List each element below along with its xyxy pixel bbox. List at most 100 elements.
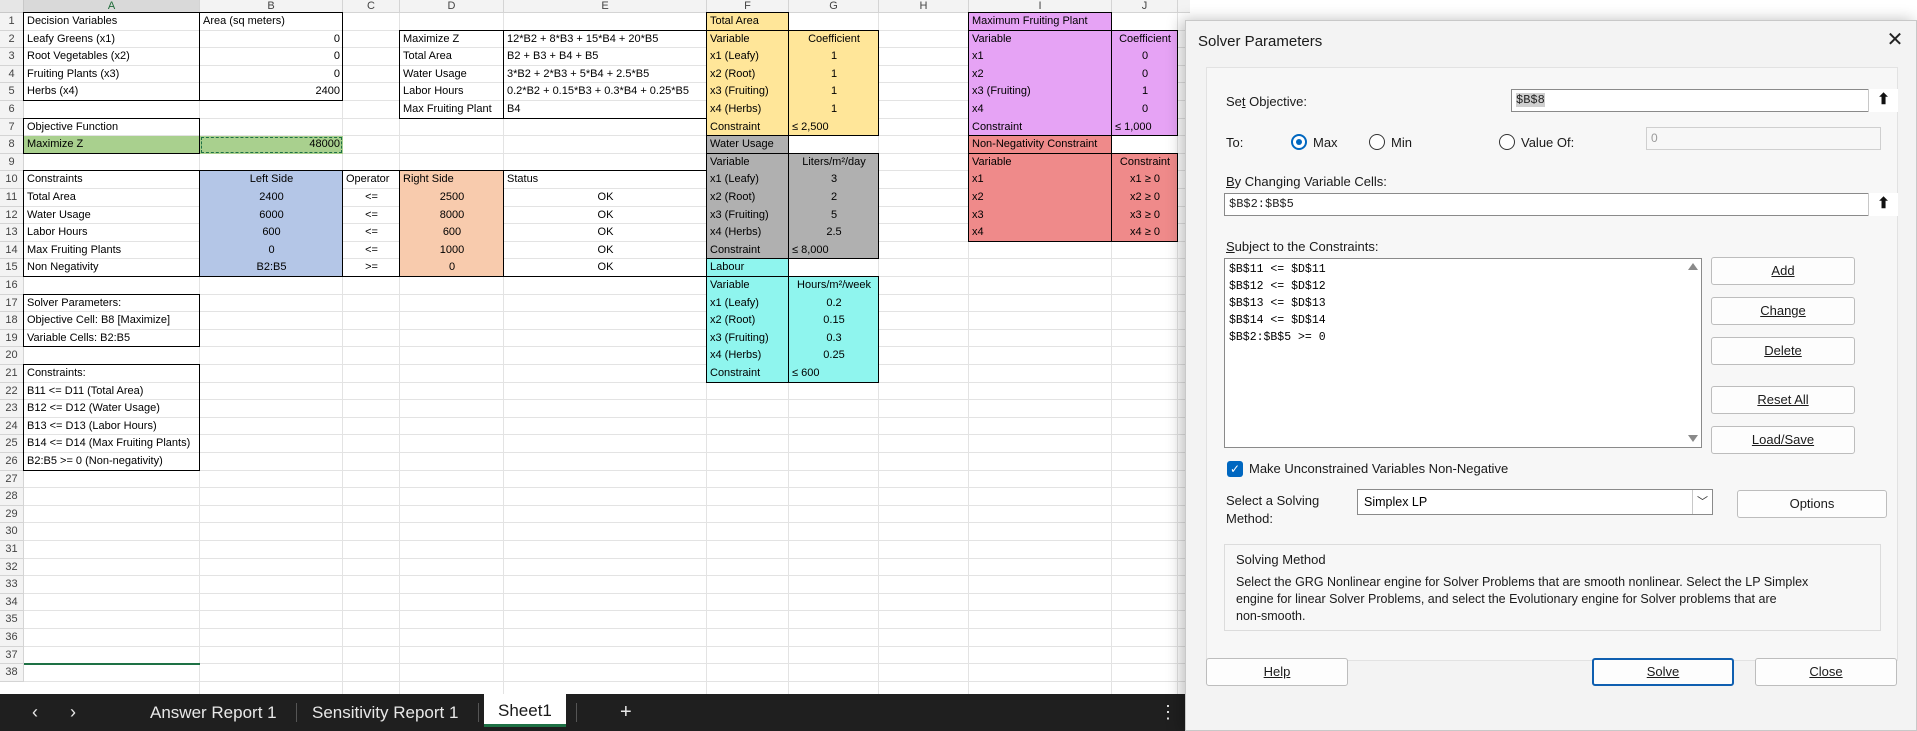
scroll-down-icon[interactable] (1688, 435, 1698, 442)
row-header[interactable]: 24 (0, 417, 24, 436)
row-header[interactable]: 30 (0, 523, 24, 541)
scroll-up-icon[interactable] (1688, 263, 1698, 270)
row-header[interactable]: 23 (0, 400, 24, 418)
unconstrained-label[interactable]: Make Unconstrained Variables Non-Negativ… (1249, 461, 1508, 476)
cell-border-box (968, 135, 1112, 154)
radio-value-of[interactable] (1499, 134, 1515, 150)
delete-button[interactable]: Delete (1711, 337, 1855, 365)
row-header[interactable]: 11 (0, 189, 24, 207)
load-save-button[interactable]: Load/Save (1711, 426, 1855, 454)
chevron-down-icon[interactable]: ﹀ (1692, 490, 1712, 514)
spreadsheet-grid[interactable]: ABCDEFGHIJKLMNOPQRSTUV 12345678910111213… (0, 0, 1190, 694)
row-header[interactable]: 37 (0, 646, 24, 665)
row-header[interactable]: 4 (0, 65, 24, 84)
solve-button[interactable]: Solve (1592, 658, 1734, 686)
row-header[interactable]: 27 (0, 470, 24, 489)
row-header[interactable]: 2 (0, 30, 24, 49)
column-header-d[interactable]: D (400, 0, 504, 13)
close-icon[interactable]: ✕ (1884, 29, 1906, 51)
radio-min[interactable] (1369, 134, 1385, 150)
row-header[interactable]: 17 (0, 294, 24, 313)
row-header[interactable]: 8 (0, 136, 24, 154)
constraint-item[interactable]: $B$14 <= $D$14 (1229, 312, 1326, 329)
constraint-item[interactable]: $B$11 <= $D$11 (1229, 261, 1326, 278)
cell-border-box (706, 135, 789, 260)
row-header[interactable]: 18 (0, 312, 24, 330)
solver-parameters-dialog: Solver Parameters ✕ Set Objective: $B$8 … (1185, 20, 1917, 731)
row-header[interactable]: 15 (0, 259, 24, 277)
row-header[interactable]: 29 (0, 505, 24, 524)
solving-method-select[interactable]: Simplex LP ﹀ (1357, 489, 1713, 515)
constraint-item[interactable]: $B$2:$B$5 >= 0 (1229, 329, 1326, 346)
row-header[interactable]: 21 (0, 365, 24, 383)
column-header-h[interactable]: H (879, 0, 969, 13)
add-sheet-icon[interactable]: + (606, 694, 646, 731)
row-header[interactable]: 35 (0, 611, 24, 629)
radio-min-label[interactable]: Min (1391, 135, 1412, 150)
row-header[interactable]: 14 (0, 241, 24, 260)
row-header[interactable]: 10 (0, 171, 24, 189)
column-header-e[interactable]: E (504, 0, 707, 13)
radio-max[interactable] (1291, 134, 1307, 150)
cell-border-box (23, 364, 200, 471)
constraints-listbox[interactable]: $B$11 <= $D$11 $B$12 <= $D$12 $B$13 <= $… (1224, 258, 1702, 448)
unconstrained-checkbox[interactable]: ✓ (1227, 461, 1243, 477)
scroll-tabs-left-icon[interactable]: ‹ (18, 694, 52, 731)
objective-value[interactable]: 48000 (200, 136, 343, 154)
close-button[interactable]: Close (1755, 658, 1897, 686)
row-header[interactable]: 22 (0, 382, 24, 401)
row-header[interactable]: 26 (0, 453, 24, 471)
column-header-c[interactable]: C (343, 0, 400, 13)
radio-max-label[interactable]: Max (1313, 135, 1338, 150)
options-button[interactable]: Options (1737, 490, 1887, 518)
cell-border-box (706, 258, 789, 277)
row-header[interactable]: 38 (0, 664, 24, 682)
column-header-j[interactable]: J (1112, 0, 1178, 13)
reset-all-button[interactable]: Reset All (1711, 386, 1855, 414)
row-header[interactable]: 9 (0, 153, 24, 172)
add-button[interactable]: Add (1711, 257, 1855, 285)
gridline (24, 522, 1190, 524)
constraint-item[interactable]: $B$12 <= $D$12 (1229, 278, 1326, 295)
tab-sensitivity-report-1[interactable]: Sensitivity Report 1 (298, 694, 472, 731)
cell-border-box (199, 12, 343, 101)
row-header[interactable]: 13 (0, 224, 24, 242)
column-header-k[interactable]: K (1178, 0, 1190, 13)
select-all-corner[interactable] (0, 0, 24, 13)
row-header[interactable]: 16 (0, 277, 24, 295)
tab-answer-report-1[interactable]: Answer Report 1 (136, 694, 291, 731)
cell-border-box (199, 170, 343, 277)
row-header[interactable]: 3 (0, 48, 24, 66)
constraint-item[interactable]: $B$13 <= $D$13 (1229, 295, 1326, 312)
cell-border-box (968, 12, 1112, 31)
row-header[interactable]: 19 (0, 329, 24, 348)
row-header[interactable]: 25 (0, 435, 24, 453)
set-objective-input[interactable]: $B$8 (1511, 89, 1869, 112)
row-header[interactable]: 36 (0, 629, 24, 647)
row-header[interactable]: 5 (0, 83, 24, 101)
row-header[interactable]: 6 (0, 101, 24, 119)
row-header[interactable]: 1 (0, 13, 24, 31)
row-header[interactable]: 32 (0, 558, 24, 577)
cell-border-box (23, 293, 200, 348)
value-of-input[interactable]: 0 (1646, 127, 1881, 150)
cell-border-box (503, 170, 707, 277)
scroll-tabs-right-icon[interactable]: › (56, 694, 90, 731)
collapse-changing-ref-icon[interactable]: ⬆ (1868, 193, 1898, 216)
row-header[interactable]: 34 (0, 593, 24, 612)
row-header[interactable]: 20 (0, 347, 24, 365)
row-header[interactable]: 28 (0, 488, 24, 506)
row-header[interactable]: 31 (0, 541, 24, 559)
row-header[interactable]: 7 (0, 118, 24, 137)
radio-value-of-label[interactable]: Value Of: (1521, 135, 1574, 150)
collapse-objective-ref-icon[interactable]: ⬆ (1868, 89, 1898, 112)
tab-sheet1[interactable]: Sheet1 (484, 694, 566, 727)
help-button[interactable]: Help (1206, 658, 1348, 686)
row-header[interactable]: 12 (0, 206, 24, 225)
row-header[interactable]: 33 (0, 576, 24, 594)
column-header-g[interactable]: G (789, 0, 879, 13)
cell-border-box (23, 117, 200, 154)
changing-cells-input[interactable]: $B$2:$B$5 (1224, 193, 1870, 216)
to-label: To: (1226, 135, 1244, 150)
change-button[interactable]: Change (1711, 297, 1855, 325)
